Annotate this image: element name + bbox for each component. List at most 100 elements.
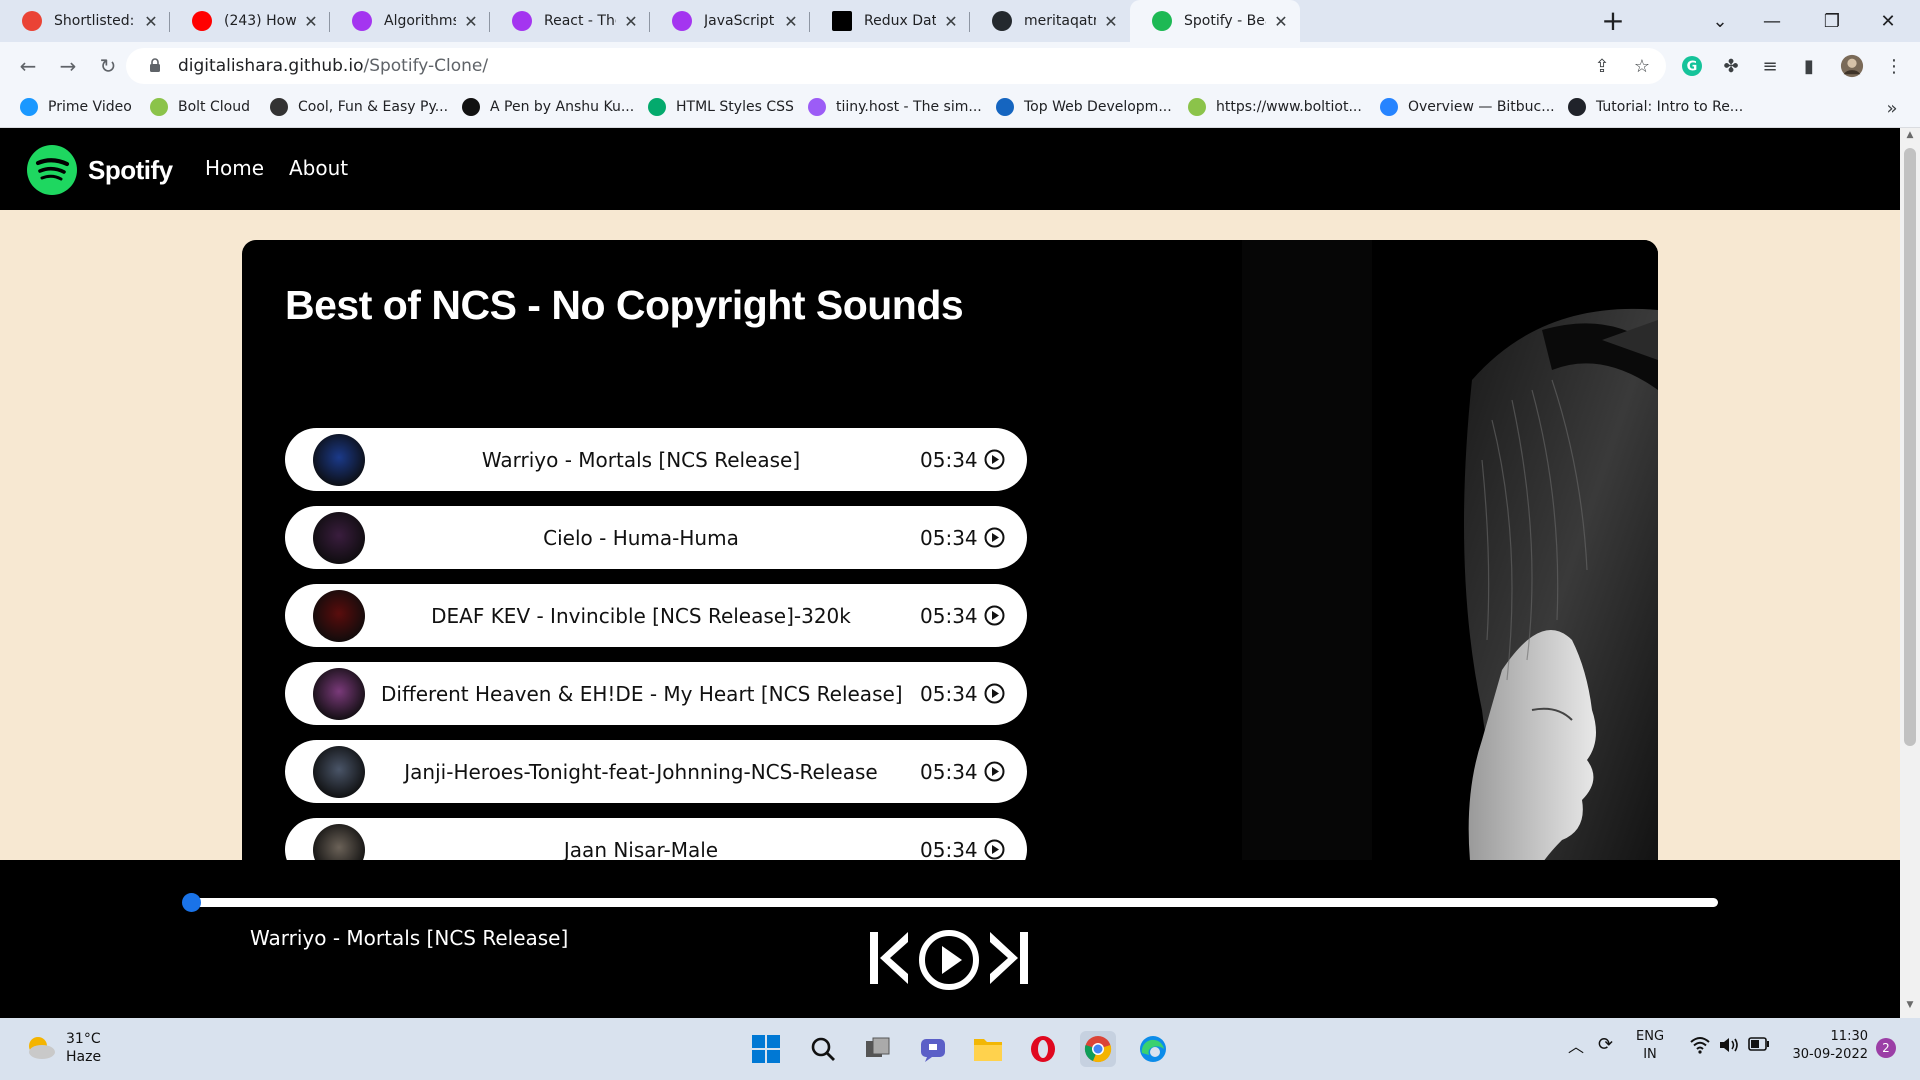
song-play-icon[interactable]	[984, 839, 1005, 860]
file-explorer-icon[interactable]	[970, 1031, 1006, 1067]
song-item[interactable]: Cielo - Huma-Huma 05:34	[285, 506, 1027, 569]
weather-widget[interactable]: 31°C Haze	[24, 1030, 101, 1066]
song-item[interactable]: Janji-Heroes-Tonight-feat-Johnning-NCS-R…	[285, 740, 1027, 803]
bookmark-label: https://www.boltiot...	[1216, 99, 1362, 115]
play-pause-icon[interactable]	[918, 930, 980, 990]
tab-close-icon[interactable]: ✕	[302, 12, 320, 31]
chrome-icon[interactable]	[1080, 1031, 1116, 1067]
bookmark-star-icon[interactable]: ☆	[1630, 54, 1654, 78]
bookmark-item[interactable]: https://www.boltiot...	[1188, 98, 1362, 116]
browser-tab[interactable]: Shortlisted: Full st ✕	[0, 0, 170, 42]
browser-tab[interactable]: meritaqatmerafai ✕	[970, 0, 1130, 42]
song-item[interactable]: DEAF KEV - Invincible [NCS Release]-320k…	[285, 584, 1027, 647]
extensions-icon[interactable]: ✤	[1719, 54, 1743, 78]
progress-bar[interactable]	[182, 893, 1718, 912]
show-hidden-icons-chevron-icon[interactable]: ︿	[1568, 1038, 1584, 1056]
tab-close-icon[interactable]: ✕	[462, 12, 480, 31]
song-play-icon[interactable]	[984, 761, 1005, 782]
tab-close-icon[interactable]: ✕	[142, 12, 160, 31]
browser-tab[interactable]: Algorithms and D ✕	[330, 0, 490, 42]
tab-title: Spotify - Beat the	[1184, 13, 1266, 29]
edge-icon[interactable]	[1135, 1031, 1171, 1067]
new-tab-button[interactable]: +	[1600, 7, 1626, 35]
song-play-icon[interactable]	[984, 527, 1005, 548]
tab-close-icon[interactable]: ✕	[782, 12, 800, 31]
bookmark-favicon-icon	[1380, 98, 1398, 116]
bookmark-item[interactable]: Top Web Developm...	[996, 98, 1172, 116]
scroll-down-arrow-icon[interactable]: ▼	[1900, 1000, 1920, 1016]
share-icon[interactable]: ⇪	[1590, 54, 1614, 78]
forward-button[interactable]: →	[54, 52, 82, 80]
region-code: IN	[1643, 1047, 1657, 1062]
grammarly-icon[interactable]: G	[1680, 54, 1704, 78]
address-bar[interactable]: digitalishara.github.io/Spotify-Clone/ ⇪…	[126, 48, 1666, 84]
weather-temperature: 31°C	[66, 1031, 101, 1047]
tab-close-icon[interactable]: ✕	[1272, 12, 1290, 31]
search-icon[interactable]	[805, 1031, 841, 1067]
scroll-up-arrow-icon[interactable]: ▲	[1900, 130, 1920, 146]
bookmark-item[interactable]: Cool, Fun & Easy Py...	[270, 98, 448, 116]
song-play-icon[interactable]	[984, 449, 1005, 470]
notification-badge[interactable]: 2	[1876, 1038, 1896, 1058]
clock[interactable]: 11:30 30-09-2022	[1788, 1028, 1868, 1064]
windows-start-icon[interactable]	[748, 1031, 784, 1067]
bookmark-item[interactable]: A Pen by Anshu Ku...	[462, 98, 634, 116]
browser-tab[interactable]: JavaScript - The C ✕	[650, 0, 810, 42]
language-indicator[interactable]: ENG IN	[1636, 1028, 1664, 1064]
next-track-icon[interactable]	[988, 930, 1030, 986]
restore-button[interactable]: ❐	[1812, 6, 1852, 36]
profile-avatar[interactable]	[1840, 54, 1864, 78]
tab-close-icon[interactable]: ✕	[1102, 12, 1120, 31]
bookmark-label: tiiny.host - The sim...	[836, 99, 982, 115]
bookmark-label: Bolt Cloud	[178, 99, 250, 115]
bookmark-item[interactable]: Bolt Cloud	[150, 98, 250, 116]
bookmark-item[interactable]: Tutorial: Intro to Re...	[1568, 98, 1743, 116]
song-play-icon[interactable]	[984, 605, 1005, 626]
nav-about-link[interactable]: About	[289, 156, 348, 180]
scrollbar-thumb[interactable]	[1904, 148, 1916, 746]
nav-home-link[interactable]: Home	[205, 156, 264, 180]
page-scrollbar[interactable]: ▲ ▼	[1900, 128, 1920, 1018]
song-cover-image	[313, 512, 365, 564]
brand[interactable]: Spotify	[26, 144, 173, 196]
reload-button[interactable]: ↻	[94, 52, 122, 80]
back-button[interactable]: ←	[14, 52, 42, 80]
bookmark-item[interactable]: tiiny.host - The sim...	[808, 98, 982, 116]
minimize-button[interactable]: —	[1752, 6, 1792, 36]
tab-close-icon[interactable]: ✕	[942, 12, 960, 31]
bookmark-favicon-icon	[150, 98, 168, 116]
task-view-icon[interactable]	[860, 1031, 896, 1067]
teams-chat-icon[interactable]	[915, 1031, 951, 1067]
bookmark-item[interactable]: Prime Video	[20, 98, 132, 116]
bookmark-item[interactable]: HTML Styles CSS	[648, 98, 794, 116]
sync-icon[interactable]: ⟳	[1598, 1036, 1613, 1054]
battery-icon[interactable]	[1748, 1037, 1770, 1057]
menu-kebab-icon[interactable]: ⋮	[1882, 54, 1906, 78]
side-panel-icon[interactable]: ▮	[1797, 54, 1821, 78]
opera-icon[interactable]	[1025, 1031, 1061, 1067]
bookmark-label: Overview — Bitbuc...	[1408, 99, 1555, 115]
bookmark-item[interactable]: Overview — Bitbuc...	[1380, 98, 1555, 116]
progress-knob[interactable]	[182, 893, 201, 912]
tab-title: (243) How to Hos	[224, 13, 296, 29]
song-item[interactable]: Warriyo - Mortals [NCS Release] 05:34	[285, 428, 1027, 491]
browser-tab[interactable]: Spotify - Beat the ✕	[1130, 0, 1300, 42]
more-bookmarks-icon[interactable]: »	[1880, 96, 1904, 120]
song-item[interactable]: Jaan Nisar-Male 05:34	[285, 818, 1027, 860]
close-window-button[interactable]: ✕	[1868, 6, 1908, 36]
tab-search-icon[interactable]: ⌄	[1700, 6, 1740, 36]
browser-tab[interactable]: React - The Comp ✕	[490, 0, 650, 42]
song-item[interactable]: Different Heaven & EH!DE - My Heart [NCS…	[285, 662, 1027, 725]
media-controls-icon[interactable]: ≡	[1758, 54, 1782, 78]
song-duration-group: 05:34	[920, 838, 1005, 860]
song-duration: 05:34	[920, 603, 978, 628]
tab-close-icon[interactable]: ✕	[622, 12, 640, 31]
previous-track-icon[interactable]	[868, 930, 910, 986]
url-text: digitalishara.github.io/Spotify-Clone/	[178, 56, 488, 76]
song-duration: 05:34	[920, 759, 978, 784]
browser-tab[interactable]: Redux Data Flow ✕	[810, 0, 970, 42]
volume-icon[interactable]	[1718, 1036, 1740, 1060]
song-play-icon[interactable]	[984, 683, 1005, 704]
wifi-icon[interactable]	[1690, 1036, 1710, 1058]
browser-tab[interactable]: (243) How to Hos ✕	[170, 0, 330, 42]
